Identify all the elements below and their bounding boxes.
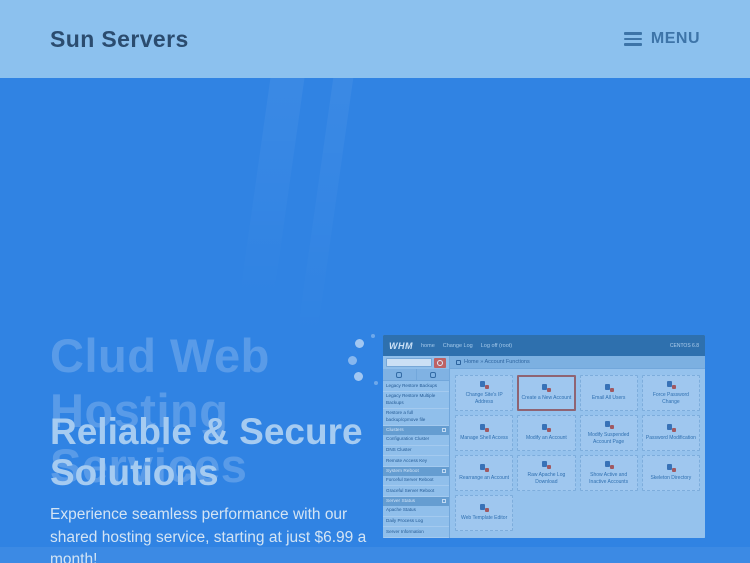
hero-description: Experience seamless performance with our…	[50, 506, 367, 563]
users-status-icon	[604, 461, 614, 469]
whm-tile: Password Modification	[641, 415, 700, 451]
whm-section-label: Clusters	[386, 427, 404, 433]
search-icon	[434, 357, 446, 368]
whm-sidebar-item: Legacy Restore Multiple Backups	[383, 392, 449, 409]
section-toggle-icon	[442, 428, 446, 433]
whm-tile: Change Site's IP Address	[455, 375, 514, 411]
user-key-icon	[666, 381, 676, 389]
whm-sidebar-item: Remote Access Key	[383, 456, 449, 467]
whm-tile: Rearrange an Account	[455, 455, 514, 491]
whm-breadcrumb-text: Home » Account Functions	[464, 359, 530, 365]
whm-sidebar-item: Server Information	[383, 527, 449, 538]
background-streak	[296, 78, 354, 338]
whm-search-input	[386, 358, 432, 367]
whm-tile: Show Active and Inactive Accounts	[579, 455, 638, 491]
whm-breadcrumb: Home » Account Functions	[450, 356, 705, 369]
hamburger-icon	[623, 32, 642, 46]
whm-sidebar-item: Configuration Cluster	[383, 435, 449, 446]
section-toggle-icon	[442, 499, 446, 504]
whm-body: Legacy Restore Backups Legacy Restore Mul…	[383, 356, 705, 538]
globe-ip-icon	[479, 381, 490, 389]
whm-logo: WHM	[389, 340, 413, 351]
carousel-dot[interactable]	[355, 339, 364, 348]
whm-sidebar-list: Legacy Restore Backups Legacy Restore Mul…	[383, 381, 449, 538]
whm-sidebar-section-header: Server Status	[383, 496, 449, 506]
menu-label: MENU	[650, 30, 700, 47]
hero-slider: Clud Web Hosting Services Reliable & Sec…	[0, 78, 750, 563]
whm-os-label: CENTOS 6.8	[669, 342, 699, 349]
whm-sidebar: Legacy Restore Backups Legacy Restore Mul…	[383, 356, 450, 538]
site-header: Sun Servers MENU	[0, 0, 750, 78]
gear-icon	[415, 369, 450, 380]
whm-tile: Web Template Editor	[455, 495, 514, 531]
users-mail-icon	[604, 384, 614, 393]
whm-nav-link: Change Log	[442, 342, 473, 349]
user-move-icon	[479, 464, 490, 473]
whm-sidebar-item: DNS Cluster	[383, 446, 449, 457]
folder-lock-icon	[666, 464, 676, 473]
background-particle	[371, 334, 375, 338]
home-icon	[383, 369, 416, 380]
whm-section-label: System Reboot	[386, 468, 419, 474]
whm-sidebar-item: Daily Process Log	[383, 517, 449, 528]
key-user-icon	[666, 424, 676, 433]
page-edit-icon	[604, 421, 614, 429]
user-edit-icon	[541, 424, 552, 433]
whm-sidebar-item: Graceful Server Reboot	[383, 486, 449, 497]
document-edit-icon	[479, 504, 490, 513]
whm-tile-label: Modify an Account	[525, 435, 567, 442]
whm-tile: Raw Apache Log Download	[517, 455, 576, 491]
whm-tile: Modify Suspended Account Page	[579, 415, 638, 451]
whm-search-bar	[383, 356, 449, 369]
user-plus-icon	[541, 384, 552, 393]
shell-icon	[479, 424, 490, 433]
whm-tile-label: Create a New Account	[521, 395, 572, 402]
whm-tile-label: Email All Users	[591, 395, 626, 402]
whm-tile-label: Show Active and Inactive Accounts	[589, 472, 629, 485]
whm-tile: Force Password Change	[641, 375, 700, 411]
whm-tile-label: Change Site's IP Address	[465, 392, 503, 405]
whm-sidebar-section-header: Clusters	[383, 425, 449, 435]
whm-sidebar-item: Legacy Restore Backups	[383, 381, 449, 392]
home-icon	[456, 359, 461, 365]
whm-tile-label: Force Password Change	[652, 392, 689, 405]
menu-button[interactable]: MENU	[623, 30, 700, 48]
whm-tile: Skeleton Directory	[641, 455, 700, 491]
whm-screenshot: WHM home Change Log Log off (root) CENTOS …	[383, 335, 705, 538]
whm-tile-label: Web Template Editor	[461, 515, 508, 522]
whm-sidebar-item: Restore a full backup/cpmove file	[383, 409, 449, 426]
whm-tile: Manage Shell Access	[455, 415, 514, 451]
carousel-dot[interactable]	[348, 356, 357, 365]
section-toggle-icon	[442, 469, 446, 474]
whm-sidebar-section-header: System Reboot	[383, 466, 449, 476]
whm-topnav: home Change Log Log off (root)	[421, 343, 512, 349]
carousel-dot[interactable]	[354, 372, 363, 381]
background-particle	[374, 381, 378, 385]
whm-tile-label: Password Modification	[645, 435, 696, 442]
whm-sidebar-tabs	[383, 369, 449, 381]
whm-sidebar-item: Apache Status	[383, 506, 449, 517]
whm-tile-label: Skeleton Directory	[650, 475, 692, 482]
globe-download-icon	[541, 461, 552, 469]
whm-tile-label: Raw Apache Log Download	[527, 472, 566, 485]
whm-section-label: Server Status	[386, 498, 416, 504]
whm-tile: Email All Users	[579, 375, 638, 411]
whm-tile: Modify an Account	[517, 415, 576, 451]
whm-tile-grid: Change Site's IP Address Create a New Acc…	[450, 369, 705, 538]
whm-tile-label: Manage Shell Access	[460, 435, 509, 442]
whm-tile-label: Modify Suspended Account Page	[587, 432, 630, 445]
whm-main: Home » Account Functions Change Site's I…	[450, 356, 705, 538]
whm-topbar: WHM home Change Log Log off (root) CENTOS …	[383, 335, 705, 356]
whm-nav-link: home	[421, 342, 435, 349]
whm-tile-label: Rearrange an Account	[459, 475, 509, 482]
whm-sidebar-item: Forceful Server Reboot	[383, 476, 449, 487]
background-streak	[239, 78, 305, 298]
whm-tile: Create a New Account	[517, 375, 576, 411]
hero-headline: Reliable & Secure Solutions	[50, 411, 363, 493]
whm-nav-link: Log off (root)	[480, 342, 513, 349]
site-logo[interactable]: Sun Servers	[50, 26, 189, 53]
